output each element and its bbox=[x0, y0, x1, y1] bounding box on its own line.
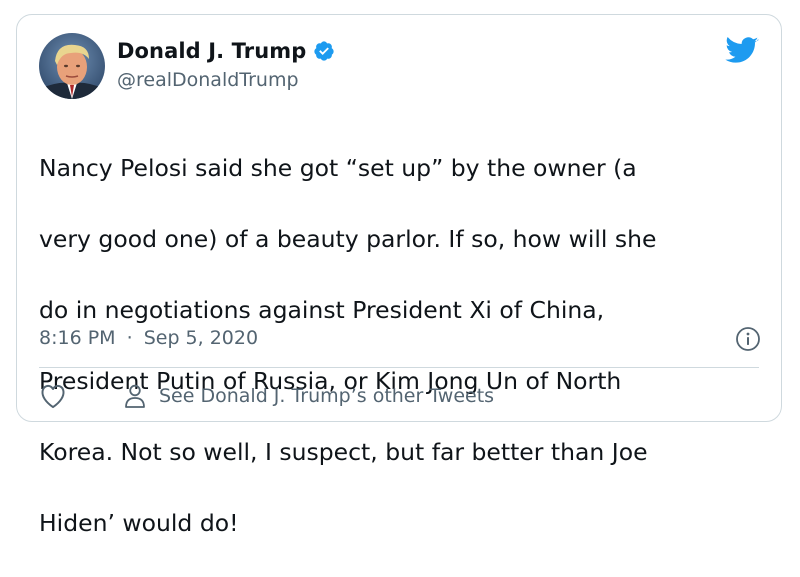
author-display-name[interactable]: Donald J. Trump bbox=[117, 39, 306, 63]
tweet-text-line: Korea. Not so well, I suspect, but far b… bbox=[39, 437, 648, 466]
tweet-text-line: Nancy Pelosi said she got “set up” by th… bbox=[39, 153, 637, 182]
divider bbox=[39, 367, 759, 368]
tweet-timestamp[interactable]: 8:16 PM · Sep 5, 2020 bbox=[39, 327, 258, 349]
avatar[interactable] bbox=[39, 33, 105, 99]
tweet-text-line: Hiden’ would do! bbox=[39, 508, 239, 537]
tweet-actions: See Donald J. Trump’s other Tweets bbox=[39, 383, 494, 409]
profile-photo-icon bbox=[39, 33, 105, 99]
verified-badge-icon bbox=[313, 40, 335, 62]
tweet-card: Donald J. Trump @realDonaldTrump Nancy P… bbox=[16, 14, 782, 537]
see-other-tweets-label: See Donald J. Trump’s other Tweets bbox=[159, 385, 495, 407]
author-handle[interactable]: @realDonaldTrump bbox=[117, 69, 299, 91]
author-name-row: Donald J. Trump bbox=[117, 39, 335, 63]
tweet-date: Sep 5, 2020 bbox=[143, 327, 259, 349]
tweet-text-line: very good one) of a beauty parlor. If so… bbox=[39, 224, 657, 253]
tweet-text-line: do in negotiations against President Xi … bbox=[39, 295, 605, 324]
see-other-tweets-link[interactable]: See Donald J. Trump’s other Tweets bbox=[123, 383, 494, 409]
twitter-bird-icon[interactable] bbox=[725, 37, 759, 65]
timestamp-separator: · bbox=[126, 327, 133, 349]
tweet-time: 8:16 PM bbox=[39, 327, 116, 349]
person-icon bbox=[123, 383, 147, 409]
info-icon[interactable] bbox=[735, 326, 761, 352]
heart-icon[interactable] bbox=[39, 383, 67, 409]
